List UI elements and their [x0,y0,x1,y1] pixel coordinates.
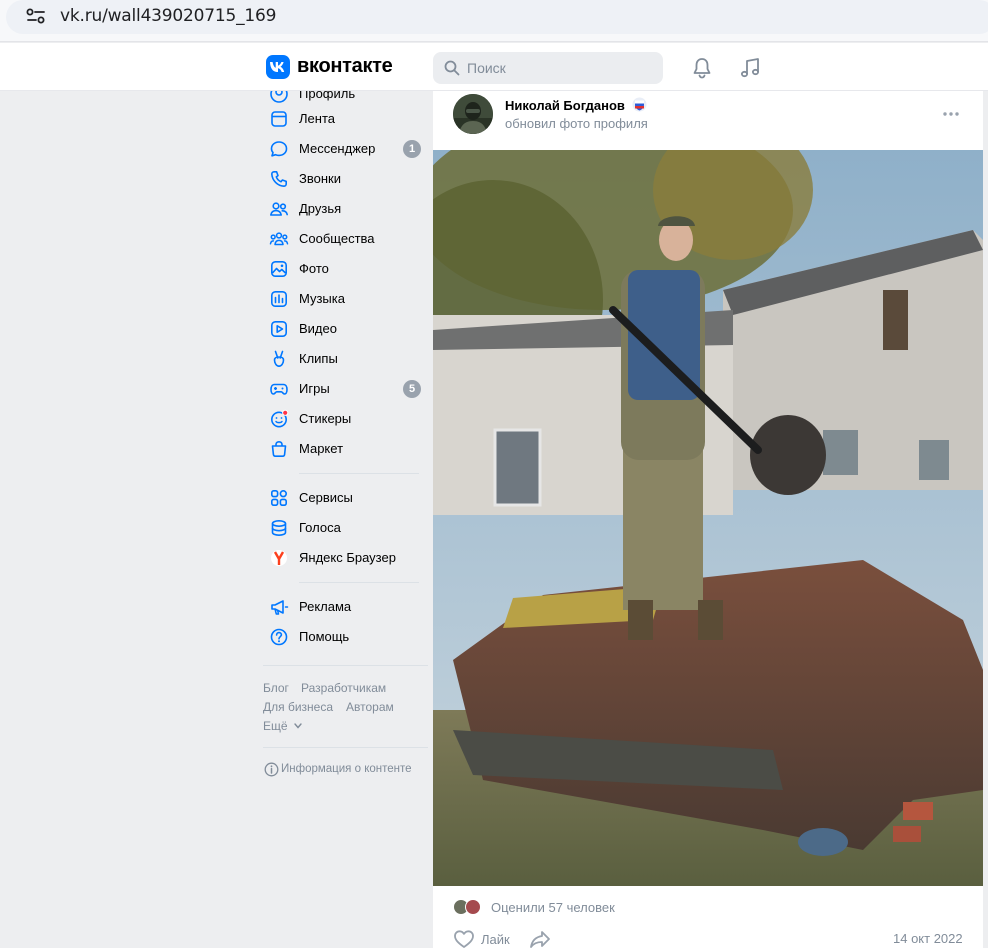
help-icon [270,628,288,646]
likes-summary[interactable]: Оценили 57 человек [453,897,853,917]
sidebar-item-label: Сообщества [299,231,375,246]
share-icon[interactable] [529,929,551,948]
info-icon [264,762,279,777]
likes-count-text: Оценили 57 человек [491,900,615,915]
like-button-label: Лайк [481,932,510,947]
ads-icon [271,600,289,615]
search-icon [444,60,460,76]
search-box[interactable] [433,52,663,84]
brand-wordmark[interactable]: вконтакте [297,55,393,78]
sidebar-item-clips[interactable]: Клипы [263,344,423,374]
sidebar-item-newsfeed[interactable]: Лента [263,104,423,134]
site-settings-icon[interactable] [24,4,48,28]
sidebar-item-label: Яндекс Браузер [299,550,396,565]
sidebar-item-video[interactable]: Видео [263,314,423,344]
url-text[interactable]: vk.ru/wall439020715_169 [60,6,276,26]
sidebar-item-label: Маркет [299,441,344,456]
notifications-bell-icon[interactable] [690,56,714,80]
sidebar-item-label: Игры [299,381,330,396]
sidebar-item-games[interactable]: Игры 5 [263,374,423,404]
post-action-text: обновил фото профиля [505,116,648,131]
sidebar-item-services[interactable]: Сервисы [263,483,423,513]
author-status-emoji-icon [632,97,647,112]
sidebar-item-music[interactable]: Музыка [263,284,423,314]
phone-icon [271,171,287,187]
sidebar-item-stickers[interactable]: Стикеры [263,404,423,434]
footer-link-business[interactable]: Для бизнеса [263,700,333,714]
content-info-link[interactable]: Информация о контенте [263,761,423,779]
sidebar-item-label: Друзья [299,201,342,216]
friends-icon [270,202,288,216]
sidebar-item-label: Стикеры [299,411,352,426]
profile-icon [270,91,288,103]
sidebar-item-messenger[interactable]: Мессенджер 1 [263,134,423,164]
sidebar-item-yandex-browser[interactable]: Яндекс Браузер [263,543,423,573]
content-info-label: Информация о контенте [281,763,412,775]
vk-logo-icon[interactable] [266,55,290,79]
sidebar-item-friends[interactable]: Друзья [263,194,423,224]
messenger-icon [270,141,288,157]
unread-count-badge: 1 [403,140,421,158]
sidebar-item-label: Звонки [299,171,341,186]
post-author-name[interactable]: Николай Богданов [505,98,625,113]
photo-icon [270,260,287,277]
sidebar-item-communities[interactable]: Сообщества [263,224,423,254]
music-icon [270,290,287,307]
sidebar-item-votes[interactable]: Голоса [263,513,423,543]
sidebar-item-calls[interactable]: Звонки [263,164,423,194]
left-sidebar: Профиль Лента Мессенджер 1 Звонки Друзья… [263,91,428,948]
stickers-icon [271,409,289,428]
sidebar-divider [263,747,428,748]
heart-icon [454,930,474,948]
liker-avatar [465,899,481,915]
post-date[interactable]: 14 окт 2022 [893,931,963,946]
sidebar-item-market[interactable]: Маркет [263,434,423,464]
author-avatar[interactable] [453,94,493,134]
votes-icon [271,519,287,537]
clips-icon [273,350,285,368]
sidebar-item-label: Профиль [299,91,356,101]
browser-address-bar: vk.ru/wall439020715_169 [0,0,988,42]
footer-more-label: Ещё [263,719,288,733]
sidebar-item-label: Реклама [299,599,352,614]
more-options-icon[interactable] [942,111,960,117]
services-icon [270,489,287,506]
newsfeed-icon [271,111,287,127]
video-icon [270,320,287,337]
communities-icon [269,232,289,246]
sidebar-item-label: Сервисы [299,490,353,505]
search-input[interactable] [467,52,657,84]
sidebar-divider [299,582,419,583]
sidebar-divider [263,665,428,666]
chevron-down-icon [294,723,302,729]
yandex-icon [271,550,287,566]
like-button[interactable]: Лайк [453,927,523,948]
sidebar-item-help[interactable]: Помощь [263,622,423,652]
sidebar-item-label: Клипы [299,351,338,366]
sidebar-item-label: Музыка [299,291,345,306]
sidebar-item-ads[interactable]: Реклама [263,592,423,622]
games-icon [270,383,288,395]
wall-post: Николай Богданов обновил фото профиля Оц… [433,91,983,948]
sidebar-item-label: Мессенджер [299,141,376,156]
site-header: вконтакте [0,43,988,91]
music-player-icon[interactable] [738,56,762,80]
sidebar-item-photos[interactable]: Фото [263,254,423,284]
footer-more-menu[interactable]: Ещё [263,718,323,734]
sidebar-divider [299,473,419,474]
sidebar-item-label: Фото [299,261,329,276]
sidebar-item-label: Видео [299,321,337,336]
post-photo[interactable] [433,150,983,886]
games-count-badge: 5 [403,380,421,398]
sidebar-item-label: Голоса [299,520,341,535]
footer-link-developers[interactable]: Разработчикам [301,681,386,695]
footer-link-authors[interactable]: Авторам [346,700,394,714]
sidebar-item-label: Помощь [299,629,350,644]
footer-link-blog[interactable]: Блог [263,681,289,695]
market-icon [271,440,287,457]
url-field[interactable]: vk.ru/wall439020715_169 [6,0,988,34]
sidebar-item-label: Лента [299,111,335,126]
